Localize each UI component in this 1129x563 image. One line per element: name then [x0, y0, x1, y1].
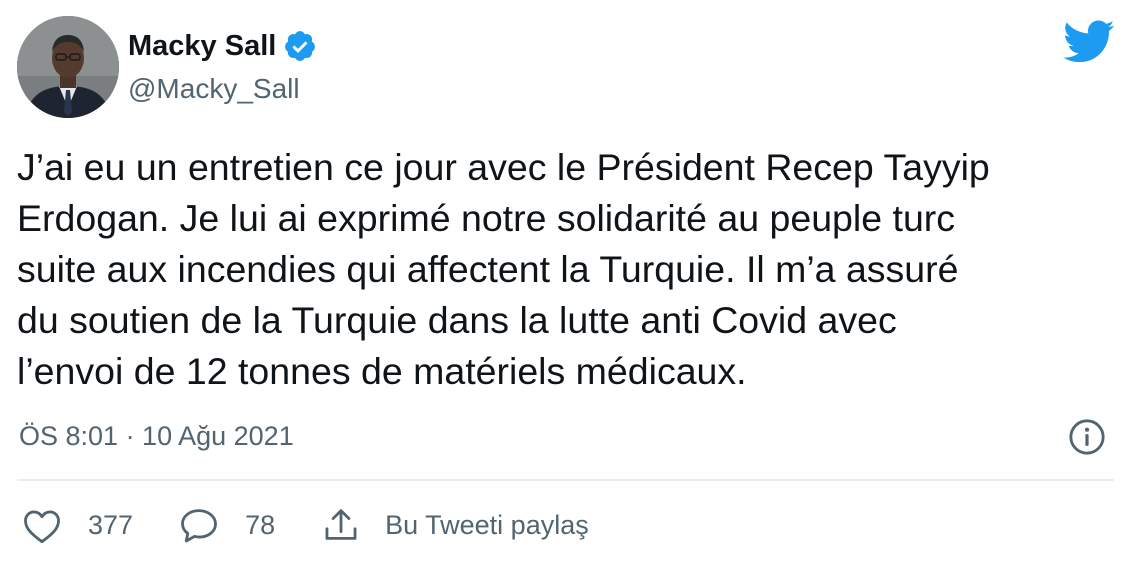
avatar-portrait-image	[17, 16, 119, 118]
twitter-bird-icon[interactable]	[1063, 20, 1115, 64]
verified-badge-icon	[285, 31, 316, 61]
author-name-row[interactable]: Macky Sall	[128, 28, 317, 64]
info-icon[interactable]	[1068, 418, 1106, 456]
avatar[interactable]	[17, 16, 119, 118]
tweet-timestamp[interactable]: ÖS 8:01 · 10 Ağu 2021	[19, 418, 294, 454]
reply-count: 78	[245, 509, 276, 540]
like-button[interactable]: 377	[22, 506, 133, 544]
tweet-text: J’ai eu un entretien ce jour avec le Pré…	[17, 146, 990, 392]
heart-icon	[24, 510, 60, 544]
like-count: 377	[88, 509, 134, 540]
share-button[interactable]: Bu Tweeti paylaş	[321, 506, 589, 544]
tweet-card: Macky Sall @Macky_Sall J’ai eu un entret…	[0, 0, 1129, 563]
action-bar: 377 78 Bu Tweeti paylaş	[22, 503, 635, 547]
divider	[17, 479, 1114, 481]
share-icon	[325, 509, 357, 540]
share-label: Bu Tweeti paylaş	[385, 509, 589, 540]
reply-button[interactable]: 78	[179, 506, 275, 544]
author-display-name[interactable]: Macky Sall	[128, 28, 276, 64]
comment-icon	[181, 509, 217, 543]
author-handle[interactable]: @Macky_Sall	[128, 71, 300, 107]
